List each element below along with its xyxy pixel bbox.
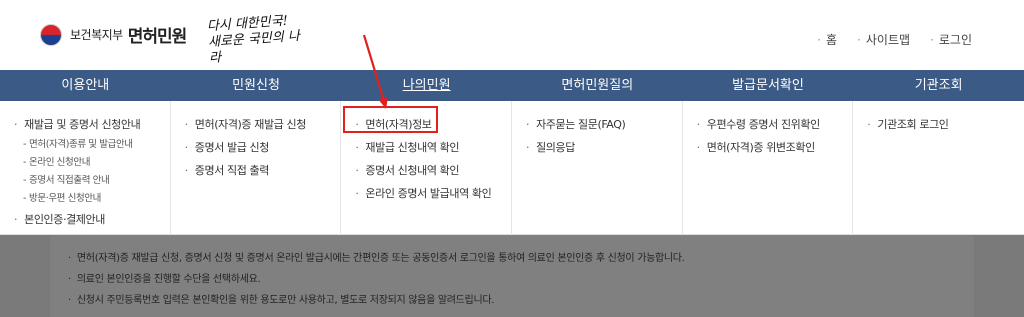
menu-subitem[interactable]: - 면허(자격)종류 및 발급안내 — [14, 136, 170, 154]
menu-subitem[interactable]: - 온라인 신청안내 — [14, 154, 170, 172]
menu-column-inquiry: · 자주묻는 질문(FAQ) · 질의응답 — [512, 101, 683, 235]
menu-item[interactable]: · 증명서 직접 출력 — [185, 159, 341, 182]
notice-list: · 면허(자격)증 재발급 신청, 증명서 신청 및 증명서 온라인 발급시에는 … — [68, 248, 685, 311]
menu-column-institution: · 기관조회 로그인 — [853, 101, 1024, 235]
notice-item: · 신청시 주민등록번호 입력은 본인확인을 위한 용도로만 사용하고, 별도로 … — [68, 295, 495, 306]
menu-item[interactable]: · 증명서 발급 신청 — [185, 136, 341, 159]
menu-item[interactable]: · 재발급 신청내역 확인 — [355, 136, 511, 159]
menu-subitem[interactable]: - 방문·우편 신청안내 — [14, 190, 170, 208]
menu-item[interactable]: · 면허(자격)증 재발급 신청 — [185, 113, 341, 136]
menu-subitem[interactable]: - 증명서 직접출력 안내 — [14, 172, 170, 190]
top-utility-nav: · 홈 · 사이트맵 · 로그인 — [817, 31, 972, 48]
government-emblem-icon — [40, 23, 62, 46]
menu-column-usage: · 재발급 및 증명서 신청안내 - 면허(자격)종류 및 발급안내 - 온라인 신청… — [0, 101, 171, 235]
nav-my-requests[interactable]: 나의민원 — [341, 70, 512, 101]
menu-item-auth-payment[interactable]: · 본인인증·결제안내 — [14, 208, 170, 231]
nav-inquiry[interactable]: 면허민원질의 — [512, 70, 683, 101]
menu-item[interactable]: · 온라인 증명서 발급내역 확인 — [355, 182, 511, 205]
notice-item: · 면허(자격)증 재발급 신청, 증명서 신청 및 증명서 온라인 발급시에는 … — [68, 253, 685, 264]
menu-item[interactable]: · 자주묻는 질문(FAQ) — [526, 113, 682, 136]
menu-column-apply: · 면허(자격)증 재발급 신청 · 증명서 발급 신청 · 증명서 직접 출력 — [171, 101, 342, 235]
nav-institution-lookup[interactable]: 기관조회 — [853, 70, 1024, 101]
notice-item: · 의료인 본인인증을 진행할 수단을 선택하세요. — [68, 274, 261, 285]
login-link[interactable]: · 로그인 — [930, 31, 972, 48]
mega-menu: · 재발급 및 증명서 신청안내 - 면허(자격)종류 및 발급안내 - 온라인 신청… — [0, 101, 1024, 235]
nav-apply[interactable]: 민원신청 — [171, 70, 342, 101]
site-logo[interactable]: 보건복지부 면허민원 — [40, 22, 188, 47]
menu-item-reissue-guide[interactable]: · 재발급 및 증명서 신청안내 — [14, 113, 170, 136]
slogan-logo: 다시 대한민국! 새로운 국민의 나라 — [206, 13, 301, 67]
site-header: 보건복지부 면허민원 다시 대한민국! 새로운 국민의 나라 · 홈 · 사이트맵 … — [0, 0, 1024, 70]
menu-column-my-requests: · 면허(자격)정보 · 재발급 신청내역 확인 · 증명서 신청내역 확인 · 온라인… — [341, 101, 512, 235]
ministry-name: 보건복지부 — [70, 28, 123, 42]
menu-item[interactable]: · 기관조회 로그인 — [867, 113, 1024, 136]
nav-document-verify[interactable]: 발급문서확인 — [683, 70, 854, 101]
sitemap-link[interactable]: · 사이트맵 — [857, 31, 910, 48]
menu-item[interactable]: · 증명서 신청내역 확인 — [355, 159, 511, 182]
nav-usage-guide[interactable]: 이용안내 — [0, 70, 171, 101]
menu-column-verify: · 우편수령 증명서 진위확인 · 면허(자격)증 위변조확인 — [683, 101, 854, 235]
main-nav-bar: 이용안내 민원신청 나의민원 면허민원질의 발급문서확인 기관조회 — [0, 70, 1024, 101]
menu-item[interactable]: · 질의응답 — [526, 136, 682, 159]
menu-item[interactable]: · 우편수령 증명서 진위확인 — [697, 113, 853, 136]
menu-item-license-info[interactable]: · 면허(자격)정보 — [355, 113, 511, 136]
site-name: 면허민원 — [127, 27, 188, 47]
slogan-line2: 새로운 국민의 나라 — [207, 28, 301, 67]
home-link[interactable]: · 홈 — [817, 31, 837, 48]
menu-item[interactable]: · 면허(자격)증 위변조확인 — [697, 136, 853, 159]
